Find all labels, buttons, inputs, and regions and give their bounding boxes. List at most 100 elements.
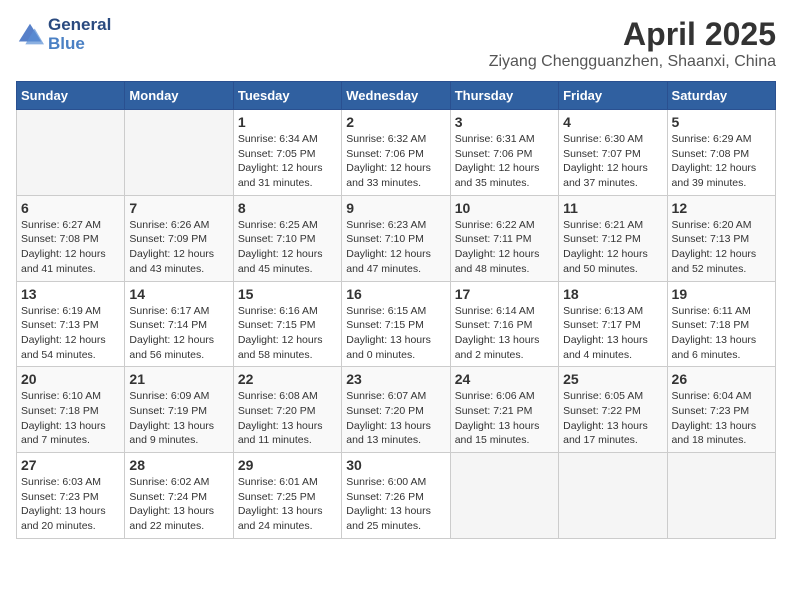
day-detail: Sunrise: 6:32 AM Sunset: 7:06 PM Dayligh… xyxy=(346,132,445,191)
day-detail: Sunrise: 6:13 AM Sunset: 7:17 PM Dayligh… xyxy=(563,304,662,363)
day-detail: Sunrise: 6:15 AM Sunset: 7:15 PM Dayligh… xyxy=(346,304,445,363)
calendar-cell: 9 Sunrise: 6:23 AM Sunset: 7:10 PM Daylig… xyxy=(342,195,450,281)
calendar-cell: 23 Sunrise: 6:07 AM Sunset: 7:20 PM Dayli… xyxy=(342,367,450,453)
calendar-cell: 26 Sunrise: 6:04 AM Sunset: 7:23 PM Dayli… xyxy=(667,367,775,453)
day-detail: Sunrise: 6:07 AM Sunset: 7:20 PM Dayligh… xyxy=(346,389,445,448)
logo: General Blue xyxy=(16,16,111,53)
day-number: 28 xyxy=(129,457,228,473)
day-number: 4 xyxy=(563,114,662,130)
day-number: 29 xyxy=(238,457,337,473)
day-number: 12 xyxy=(672,200,771,216)
day-number: 6 xyxy=(21,200,120,216)
day-detail: Sunrise: 6:16 AM Sunset: 7:15 PM Dayligh… xyxy=(238,304,337,363)
calendar-cell: 2Sunrise: 6:32 AM Sunset: 7:06 PM Daylig… xyxy=(342,110,450,196)
day-number: 13 xyxy=(21,286,120,302)
calendar-cell: 12 Sunrise: 6:20 AM Sunset: 7:13 PM Dayli… xyxy=(667,195,775,281)
day-number: 19 xyxy=(672,286,771,302)
day-number: 18 xyxy=(563,286,662,302)
day-detail: Sunrise: 6:06 AM Sunset: 7:21 PM Dayligh… xyxy=(455,389,554,448)
calendar-cell: 16 Sunrise: 6:15 AM Sunset: 7:15 PM Dayli… xyxy=(342,281,450,367)
day-number: 16 xyxy=(346,286,445,302)
title-block: April 2025 Ziyang Chengguanzhen, Shaanxi… xyxy=(489,16,776,71)
day-detail: Sunrise: 6:27 AM Sunset: 7:08 PM Dayligh… xyxy=(21,218,120,277)
day-detail: Sunrise: 6:03 AM Sunset: 7:23 PM Dayligh… xyxy=(21,475,120,534)
weekday-header: Friday xyxy=(559,82,667,110)
day-number: 26 xyxy=(672,371,771,387)
day-detail: Sunrise: 6:09 AM Sunset: 7:19 PM Dayligh… xyxy=(129,389,228,448)
day-detail: Sunrise: 6:14 AM Sunset: 7:16 PM Dayligh… xyxy=(455,304,554,363)
calendar-cell: 4Sunrise: 6:30 AM Sunset: 7:07 PM Daylig… xyxy=(559,110,667,196)
day-detail: Sunrise: 6:17 AM Sunset: 7:14 PM Dayligh… xyxy=(129,304,228,363)
day-number: 8 xyxy=(238,200,337,216)
calendar-cell: 25Sunrise: 6:05 AM Sunset: 7:22 PM Dayli… xyxy=(559,367,667,453)
calendar-title: April 2025 xyxy=(489,16,776,53)
logo-text-line2: Blue xyxy=(48,35,111,54)
weekday-header: Wednesday xyxy=(342,82,450,110)
day-detail: Sunrise: 6:00 AM Sunset: 7:26 PM Dayligh… xyxy=(346,475,445,534)
day-number: 3 xyxy=(455,114,554,130)
logo-text-line1: General xyxy=(48,16,111,35)
day-number: 24 xyxy=(455,371,554,387)
calendar-cell: 30 Sunrise: 6:00 AM Sunset: 7:26 PM Dayli… xyxy=(342,453,450,539)
day-detail: Sunrise: 6:34 AM Sunset: 7:05 PM Dayligh… xyxy=(238,132,337,191)
calendar-cell: 6 Sunrise: 6:27 AM Sunset: 7:08 PM Daylig… xyxy=(17,195,125,281)
calendar-cell: 15 Sunrise: 6:16 AM Sunset: 7:15 PM Dayli… xyxy=(233,281,341,367)
day-number: 10 xyxy=(455,200,554,216)
day-number: 23 xyxy=(346,371,445,387)
day-number: 15 xyxy=(238,286,337,302)
day-number: 14 xyxy=(129,286,228,302)
day-detail: Sunrise: 6:10 AM Sunset: 7:18 PM Dayligh… xyxy=(21,389,120,448)
calendar-cell: 24 Sunrise: 6:06 AM Sunset: 7:21 PM Dayli… xyxy=(450,367,558,453)
day-detail: Sunrise: 6:22 AM Sunset: 7:11 PM Dayligh… xyxy=(455,218,554,277)
day-detail: Sunrise: 6:26 AM Sunset: 7:09 PM Dayligh… xyxy=(129,218,228,277)
weekday-header: Saturday xyxy=(667,82,775,110)
day-detail: Sunrise: 6:04 AM Sunset: 7:23 PM Dayligh… xyxy=(672,389,771,448)
page-header: General Blue April 2025 Ziyang Chengguan… xyxy=(16,16,776,71)
day-detail: Sunrise: 6:25 AM Sunset: 7:10 PM Dayligh… xyxy=(238,218,337,277)
day-number: 21 xyxy=(129,371,228,387)
calendar-week-row: 13Sunrise: 6:19 AM Sunset: 7:13 PM Dayli… xyxy=(17,281,776,367)
calendar-cell: 22 Sunrise: 6:08 AM Sunset: 7:20 PM Dayli… xyxy=(233,367,341,453)
day-detail: Sunrise: 6:29 AM Sunset: 7:08 PM Dayligh… xyxy=(672,132,771,191)
calendar-cell: 27Sunrise: 6:03 AM Sunset: 7:23 PM Dayli… xyxy=(17,453,125,539)
day-detail: Sunrise: 6:11 AM Sunset: 7:18 PM Dayligh… xyxy=(672,304,771,363)
day-detail: Sunrise: 6:01 AM Sunset: 7:25 PM Dayligh… xyxy=(238,475,337,534)
calendar-cell: 10 Sunrise: 6:22 AM Sunset: 7:11 PM Dayli… xyxy=(450,195,558,281)
day-number: 30 xyxy=(346,457,445,473)
calendar-cell: 5 Sunrise: 6:29 AM Sunset: 7:08 PM Daylig… xyxy=(667,110,775,196)
weekday-header: Thursday xyxy=(450,82,558,110)
calendar-week-row: 20 Sunrise: 6:10 AM Sunset: 7:18 PM Dayli… xyxy=(17,367,776,453)
calendar-cell: 14 Sunrise: 6:17 AM Sunset: 7:14 PM Dayli… xyxy=(125,281,233,367)
day-detail: Sunrise: 6:02 AM Sunset: 7:24 PM Dayligh… xyxy=(129,475,228,534)
calendar-cell: 1 Sunrise: 6:34 AM Sunset: 7:05 PM Daylig… xyxy=(233,110,341,196)
day-number: 1 xyxy=(238,114,337,130)
calendar-cell: 7 Sunrise: 6:26 AM Sunset: 7:09 PM Daylig… xyxy=(125,195,233,281)
day-detail: Sunrise: 6:23 AM Sunset: 7:10 PM Dayligh… xyxy=(346,218,445,277)
day-number: 20 xyxy=(21,371,120,387)
day-number: 7 xyxy=(129,200,228,216)
day-number: 22 xyxy=(238,371,337,387)
calendar-cell xyxy=(125,110,233,196)
calendar-cell xyxy=(667,453,775,539)
calendar-cell: 29 Sunrise: 6:01 AM Sunset: 7:25 PM Dayli… xyxy=(233,453,341,539)
calendar-cell xyxy=(559,453,667,539)
calendar-week-row: 1 Sunrise: 6:34 AM Sunset: 7:05 PM Daylig… xyxy=(17,110,776,196)
day-number: 5 xyxy=(672,114,771,130)
weekday-header: Tuesday xyxy=(233,82,341,110)
calendar-table: SundayMondayTuesdayWednesdayThursdayFrid… xyxy=(16,81,776,539)
calendar-cell: 19 Sunrise: 6:11 AM Sunset: 7:18 PM Dayli… xyxy=(667,281,775,367)
day-detail: Sunrise: 6:31 AM Sunset: 7:06 PM Dayligh… xyxy=(455,132,554,191)
calendar-cell: 11Sunrise: 6:21 AM Sunset: 7:12 PM Dayli… xyxy=(559,195,667,281)
calendar-cell: 3 Sunrise: 6:31 AM Sunset: 7:06 PM Daylig… xyxy=(450,110,558,196)
calendar-week-row: 27Sunrise: 6:03 AM Sunset: 7:23 PM Dayli… xyxy=(17,453,776,539)
day-detail: Sunrise: 6:08 AM Sunset: 7:20 PM Dayligh… xyxy=(238,389,337,448)
day-number: 9 xyxy=(346,200,445,216)
day-detail: Sunrise: 6:05 AM Sunset: 7:22 PM Dayligh… xyxy=(563,389,662,448)
calendar-cell: 28 Sunrise: 6:02 AM Sunset: 7:24 PM Dayli… xyxy=(125,453,233,539)
calendar-cell xyxy=(17,110,125,196)
calendar-cell: 13Sunrise: 6:19 AM Sunset: 7:13 PM Dayli… xyxy=(17,281,125,367)
day-detail: Sunrise: 6:20 AM Sunset: 7:13 PM Dayligh… xyxy=(672,218,771,277)
weekday-header-row: SundayMondayTuesdayWednesdayThursdayFrid… xyxy=(17,82,776,110)
logo-icon xyxy=(16,21,44,49)
weekday-header: Sunday xyxy=(17,82,125,110)
